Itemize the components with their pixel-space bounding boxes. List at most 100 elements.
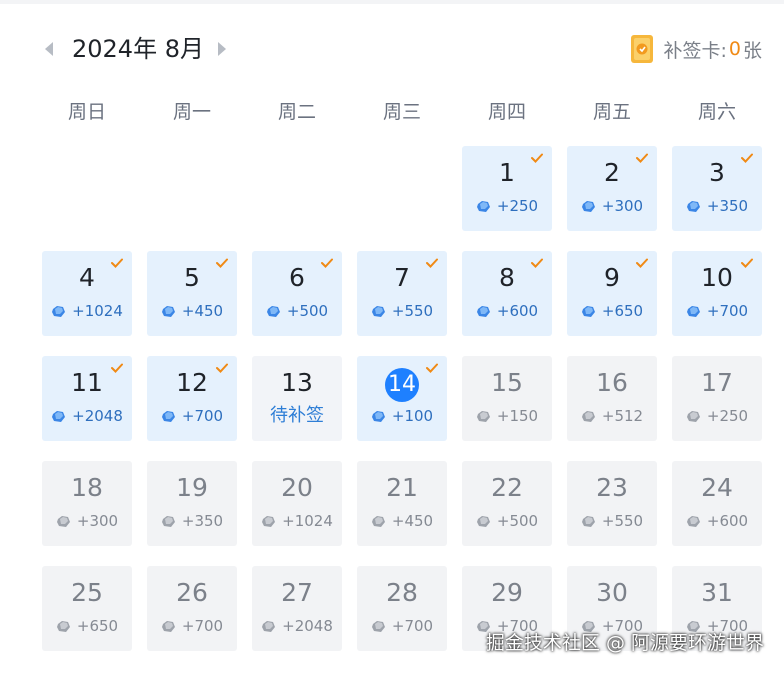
chevron-right-icon[interactable]: [218, 42, 226, 56]
day-cell-6[interactable]: 6 +500: [252, 251, 342, 336]
makeup-card-icon: [631, 35, 654, 63]
ore-icon: [581, 200, 595, 212]
day-cell-15[interactable]: 15 +150: [462, 356, 552, 441]
day-cell-21[interactable]: 21 +450: [357, 461, 447, 546]
day-number-text: 20: [281, 473, 313, 502]
ore-icon: [52, 410, 66, 422]
ore-icon: [52, 305, 66, 317]
signed-check-icon: [216, 363, 228, 373]
day-cell-14[interactable]: 14 +100: [357, 356, 447, 441]
reward-amount: +300: [76, 512, 119, 530]
day-cell-22[interactable]: 22 +500: [462, 461, 552, 546]
day-number: 14: [357, 368, 447, 402]
day-cell-13[interactable]: 13 待补签: [252, 356, 342, 441]
weekday-label: 周六: [697, 101, 736, 123]
day-cell-4[interactable]: 4 +1024: [42, 251, 132, 336]
day-reward: +550: [357, 301, 447, 321]
day-reward: +700: [147, 616, 237, 636]
day-number-text: 25: [71, 578, 103, 607]
reward-amount: +150: [496, 407, 539, 425]
chevron-left-icon[interactable]: [45, 42, 53, 56]
day-cell-10[interactable]: 10 +700: [672, 251, 762, 336]
signed-check-icon: [111, 258, 123, 268]
day-reward: +450: [147, 301, 237, 321]
day-reward: +300: [567, 196, 657, 216]
day-number: 30: [567, 578, 657, 608]
day-number: 27: [252, 578, 342, 608]
makeup-sign-label[interactable]: 待补签: [252, 404, 342, 428]
day-number-text: 13: [281, 368, 313, 397]
day-cell-1[interactable]: 1 +250: [462, 146, 552, 231]
ore-icon: [161, 305, 175, 317]
reward-amount: +1024: [282, 512, 333, 530]
day-number: 25: [42, 578, 132, 608]
ore-icon: [686, 410, 700, 422]
day-number-text: 10: [701, 263, 733, 292]
day-number-text: 8: [499, 263, 515, 292]
day-cell-25[interactable]: 25 +650: [42, 566, 132, 651]
reward-amount: +450: [391, 512, 434, 530]
ore-icon: [476, 200, 490, 212]
signed-check-icon: [216, 258, 228, 268]
day-cell-26[interactable]: 26 +700: [147, 566, 237, 651]
makeup-card-label: 补签卡:: [663, 39, 727, 62]
day-cell-2[interactable]: 2 +300: [567, 146, 657, 231]
day-number-text: 21: [386, 473, 418, 502]
reward-amount: +350: [181, 512, 224, 530]
day-number-text: 24: [701, 473, 733, 502]
day-cell-9[interactable]: 9 +650: [567, 251, 657, 336]
ore-icon: [686, 200, 700, 212]
day-number-text: 15: [491, 368, 523, 397]
day-reward: +700: [672, 301, 762, 321]
day-cell-11[interactable]: 11 +2048: [42, 356, 132, 441]
day-cell-18[interactable]: 18 +300: [42, 461, 132, 546]
signed-check-icon: [531, 258, 543, 268]
day-cell-24[interactable]: 24 +600: [672, 461, 762, 546]
ore-icon: [371, 410, 385, 422]
day-cell-5[interactable]: 5 +450: [147, 251, 237, 336]
reward-amount: +600: [706, 512, 749, 530]
day-cell-28[interactable]: 28 +700: [357, 566, 447, 651]
day-cell-16[interactable]: 16 +512: [567, 356, 657, 441]
calendar-header: 2024年 8月 补签卡: 0 张: [0, 30, 784, 70]
day-number-text: 27: [281, 578, 313, 607]
day-cell-7[interactable]: 7 +550: [357, 251, 447, 336]
reward-amount: +700: [181, 617, 224, 635]
ore-icon: [476, 410, 490, 422]
day-number-text: 23: [596, 473, 628, 502]
weekday-label: 周四: [487, 101, 526, 123]
day-number-text: 11: [71, 368, 103, 397]
day-cell-20[interactable]: 20 +1024: [252, 461, 342, 546]
weekday-label: 周五: [592, 101, 631, 123]
signed-check-icon: [741, 258, 753, 268]
day-reward: +100: [357, 406, 447, 426]
day-cell-27[interactable]: 27 +2048: [252, 566, 342, 651]
ore-icon: [371, 515, 385, 527]
weekday-label: 周一: [172, 101, 211, 123]
reward-amount: +550: [391, 302, 434, 320]
ore-icon: [161, 620, 175, 632]
reward-amount: +700: [706, 302, 749, 320]
day-number: 15: [462, 368, 552, 398]
day-cell-8[interactable]: 8 +600: [462, 251, 552, 336]
day-number-text: 1: [499, 158, 515, 187]
reward-amount: +500: [286, 302, 329, 320]
day-cell-19[interactable]: 19 +350: [147, 461, 237, 546]
day-reward: +2048: [252, 616, 342, 636]
day-number-text: 2: [604, 158, 620, 187]
day-number-text: 28: [386, 578, 418, 607]
day-number: 18: [42, 473, 132, 503]
day-cell-12[interactable]: 12 +700: [147, 356, 237, 441]
top-divider: [0, 0, 784, 4]
day-cell-3[interactable]: 3 +350: [672, 146, 762, 231]
reward-amount: +500: [496, 512, 539, 530]
day-reward: +500: [462, 511, 552, 531]
day-reward: +300: [42, 511, 132, 531]
day-cell-17[interactable]: 17 +250: [672, 356, 762, 441]
ore-icon: [581, 305, 595, 317]
weekday-label: 周三: [382, 101, 421, 123]
reward-amount: +650: [76, 617, 119, 635]
day-number: 19: [147, 473, 237, 503]
reward-amount: +700: [181, 407, 224, 425]
day-cell-23[interactable]: 23 +550: [567, 461, 657, 546]
